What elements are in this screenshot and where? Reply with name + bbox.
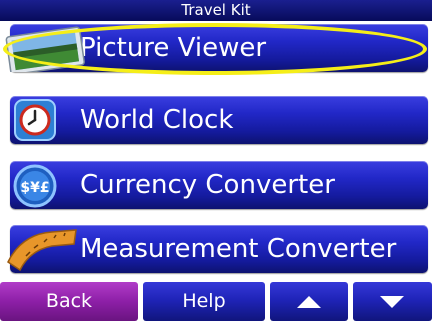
menu-item-label: World Clock (80, 105, 234, 135)
svg-text:$¥£: $¥£ (20, 180, 49, 196)
back-button[interactable]: Back (0, 282, 138, 321)
picture-icon (5, 26, 85, 72)
arrow-down-icon (380, 296, 404, 308)
scroll-up-button[interactable] (270, 282, 348, 321)
menu-item-label: Measurement Converter (80, 234, 397, 264)
menu-item-label: Picture Viewer (80, 33, 267, 63)
world-clock-button[interactable]: World Clock (10, 96, 428, 144)
scroll-down-button[interactable] (353, 282, 432, 321)
currency-icon: $¥£ (13, 164, 57, 208)
currency-converter-button[interactable]: Currency Converter (10, 161, 428, 209)
arrow-up-icon (297, 296, 321, 308)
ruler-icon (7, 229, 77, 272)
clock-icon (14, 99, 56, 141)
help-button[interactable]: Help (143, 282, 265, 321)
menu-item-label: Currency Converter (80, 170, 335, 200)
page-title: Travel Kit (181, 1, 251, 19)
back-button-label: Back (45, 290, 93, 312)
title-bar: Travel Kit (0, 0, 432, 21)
help-button-label: Help (182, 290, 226, 312)
